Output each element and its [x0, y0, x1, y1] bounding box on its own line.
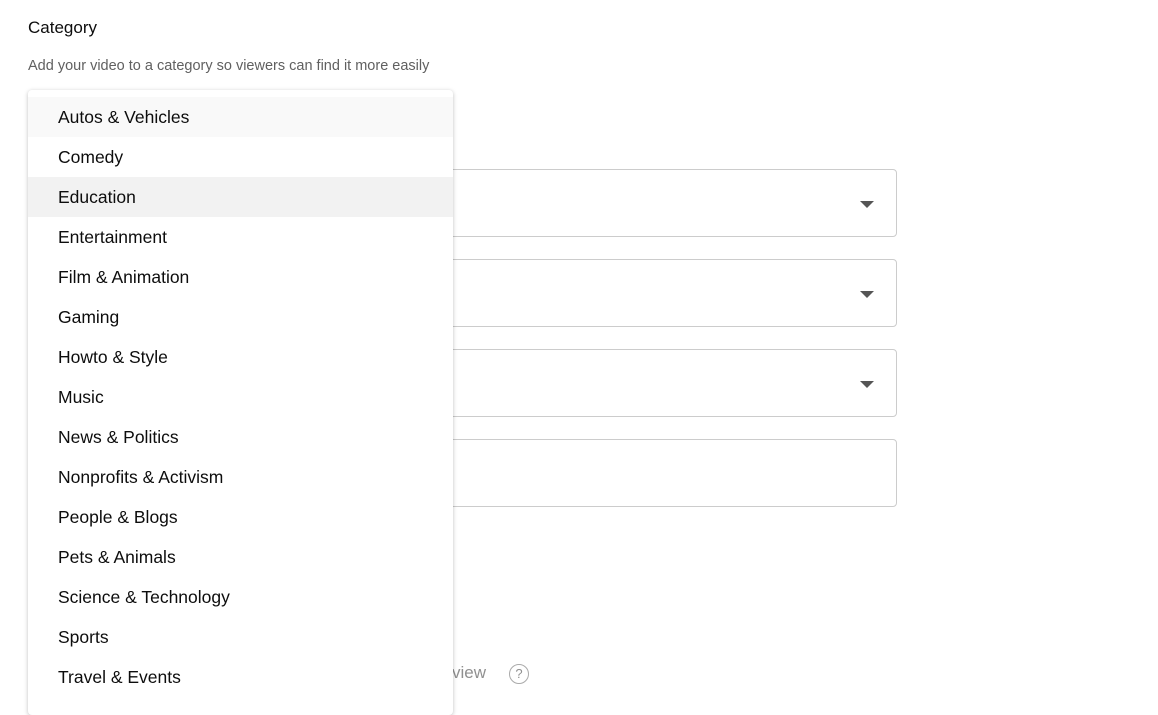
category-option[interactable]: Science & Technology [28, 577, 453, 617]
category-option[interactable]: Autos & Vehicles [28, 97, 453, 137]
category-option[interactable]: Music [28, 377, 453, 417]
section-subtitle: Add your video to a category so viewers … [28, 58, 430, 74]
category-option[interactable]: Sports [28, 617, 453, 657]
category-option[interactable]: Travel & Events [28, 657, 453, 697]
dropdown-arrow-icon [860, 291, 874, 298]
category-option[interactable]: Comedy [28, 137, 453, 177]
dropdown-arrow-icon [860, 381, 874, 388]
category-option[interactable]: Nonprofits & Activism [28, 457, 453, 497]
category-option[interactable]: Film & Animation [28, 257, 453, 297]
category-dropdown-menu: Autos & Vehicles Comedy Education Entertain… [28, 90, 453, 715]
category-option[interactable]: Gaming [28, 297, 453, 337]
category-option[interactable]: Howto & Style [28, 337, 453, 377]
help-icon[interactable]: ? [509, 664, 529, 684]
category-option[interactable]: Entertainment [28, 217, 453, 257]
section-title: Category [28, 18, 97, 37]
category-option[interactable]: Education [28, 177, 453, 217]
dropdown-arrow-icon [860, 201, 874, 208]
category-option[interactable]: Pets & Animals [28, 537, 453, 577]
partial-label: view [452, 663, 487, 682]
category-option[interactable]: People & Blogs [28, 497, 453, 537]
category-option[interactable]: News & Politics [28, 417, 453, 457]
